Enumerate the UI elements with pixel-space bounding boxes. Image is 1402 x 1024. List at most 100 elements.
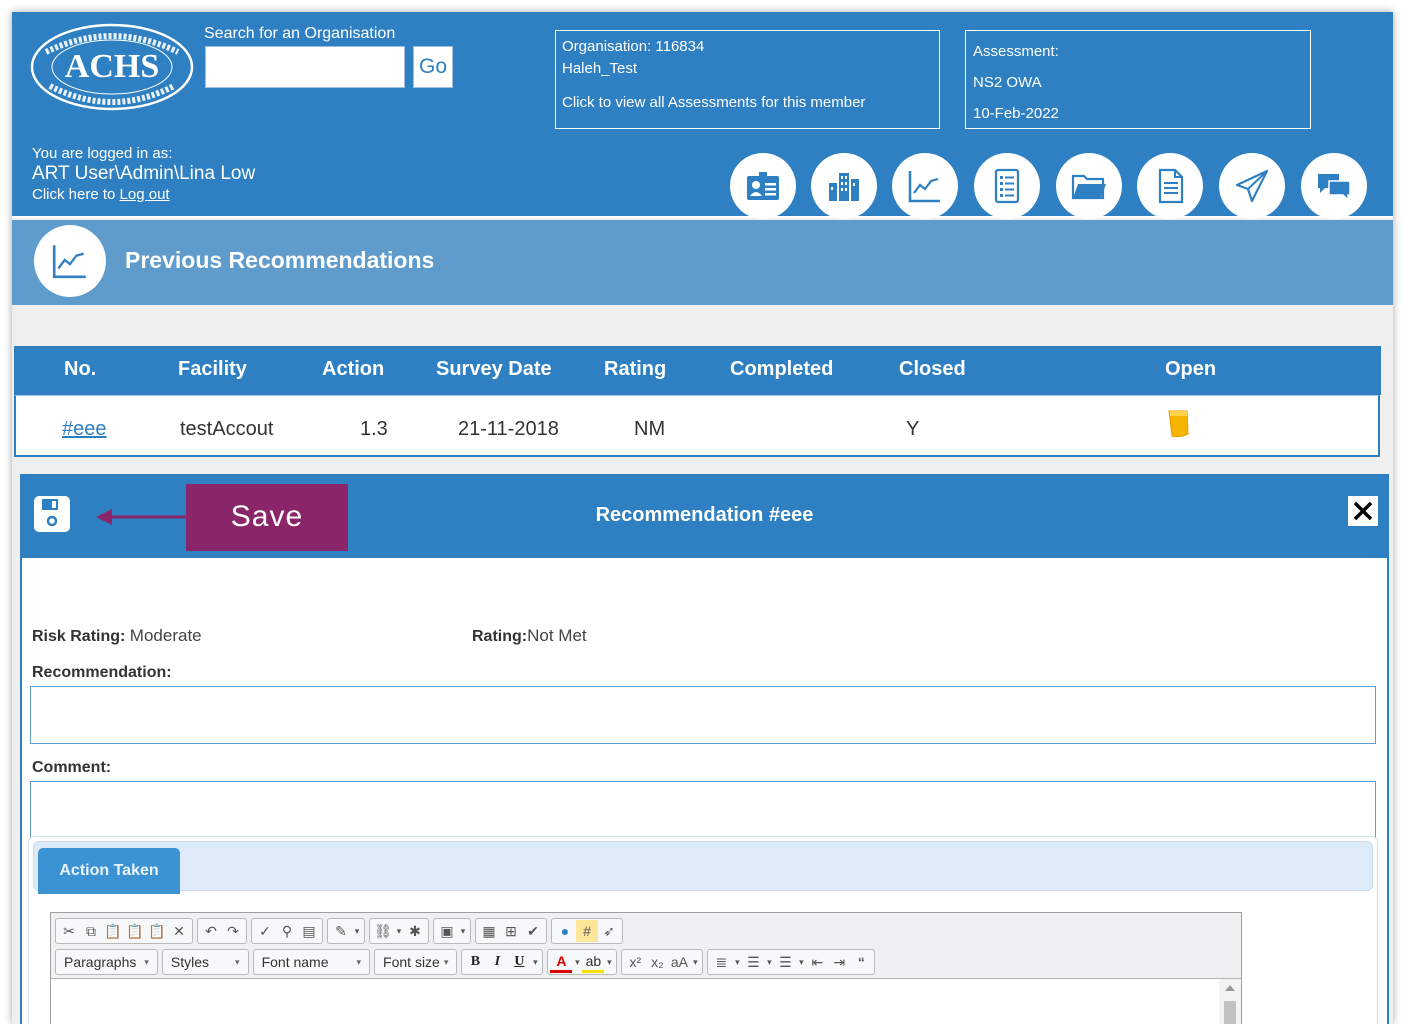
send-button[interactable] — [1219, 153, 1285, 219]
view-assessments-link[interactable]: Click to view all Assessments for this m… — [562, 92, 933, 114]
subscript-icon[interactable]: x₂ — [646, 951, 668, 973]
open-note-icon[interactable] — [1166, 408, 1192, 440]
chevron-down-icon[interactable]: ▾ — [458, 920, 468, 942]
organisation-search-input[interactable] — [205, 46, 405, 88]
column-header-closed[interactable]: Closed — [899, 358, 966, 381]
rich-text-editor[interactable]: ✂ ⧉ 📋 📋 📋 ✕ ↶ ↷ ✓ ⚲ ▤ ✎ ▾ ⛓ ▾ ✱ ▣ ▾ ▦ ⊞ … — [50, 912, 1242, 1024]
chevron-down-icon[interactable]: ▾ — [394, 920, 404, 942]
column-header-survey-date[interactable]: Survey Date — [436, 358, 552, 381]
comment-field[interactable] — [30, 781, 1376, 839]
paste-word-icon[interactable]: 📋 — [146, 920, 168, 942]
outdent-icon[interactable]: ⇤ — [806, 951, 828, 973]
paste-text-icon[interactable]: 📋 — [124, 920, 146, 942]
recommendation-label-text: Recommendation: — [32, 664, 172, 681]
paragraphs-select[interactable]: Paragraphs ▾ — [58, 949, 155, 975]
tab-action-taken[interactable]: Action Taken — [38, 848, 180, 894]
font-size-label: Font size — [383, 954, 440, 970]
table-properties-icon[interactable]: ⊞ — [500, 920, 522, 942]
font-size-dropdown[interactable]: Font size ▾ — [374, 949, 458, 975]
document-button[interactable] — [1137, 153, 1203, 219]
select-all-icon[interactable]: ▤ — [298, 920, 320, 942]
indent-icon[interactable]: ⇥ — [828, 951, 850, 973]
underline-icon[interactable]: U — [508, 951, 530, 973]
remove-format-icon[interactable]: ✕ — [168, 920, 190, 942]
column-header-facility[interactable]: Facility — [178, 358, 247, 381]
chevron-down-icon[interactable]: ▾ — [604, 951, 614, 973]
cut-icon[interactable]: ✂ — [58, 920, 80, 942]
line-chart-button[interactable] — [892, 153, 958, 219]
spellcheck-icon[interactable]: ✓ — [254, 920, 276, 942]
paragraphs-dropdown[interactable]: Paragraphs ▾ — [55, 949, 158, 975]
numbered-list-icon[interactable]: ☰ — [742, 951, 764, 973]
find-icon[interactable]: ⚲ — [276, 920, 298, 942]
table-row[interactable]: #eee testAccout 1.3 21-11-2018 NM Y — [14, 395, 1380, 457]
assessment-box[interactable]: Assessment: NS2 OWA 10-Feb-2022 — [965, 30, 1311, 129]
folder-button[interactable] — [1056, 153, 1122, 219]
italic-icon[interactable]: I — [486, 951, 508, 973]
chevron-down-icon[interactable]: ▾ — [572, 951, 582, 973]
organisation-box[interactable]: Organisation: 116834 Haleh_Test Click to… — [555, 30, 940, 129]
spell-check-icon[interactable]: ✔ — [522, 920, 544, 942]
font-size-select[interactable]: Font size ▾ — [377, 949, 454, 975]
tab-strip: Action Taken — [33, 841, 1373, 894]
table-icon[interactable]: ▦ — [478, 920, 500, 942]
font-color-icon[interactable]: A — [550, 951, 573, 973]
link-icon[interactable]: ⛓ — [372, 920, 394, 942]
unlink-icon[interactable]: ✱ — [404, 920, 426, 942]
buildings-button[interactable] — [811, 153, 877, 219]
column-header-completed[interactable]: Completed — [730, 358, 833, 381]
help-icon[interactable]: ● — [554, 920, 576, 942]
chevron-down-icon[interactable]: ▾ — [690, 951, 700, 973]
column-header-no[interactable]: No. — [64, 358, 96, 381]
table-group: ▦ ⊞ ✔ — [475, 918, 547, 944]
link-group: ⛓ ▾ ✱ — [369, 918, 429, 944]
column-header-open[interactable]: Open — [1165, 358, 1216, 381]
pointer-icon[interactable]: ➶ — [598, 920, 620, 942]
contact-card-button[interactable] — [730, 153, 796, 219]
login-user: ART User\Admin\Lina Low — [32, 163, 256, 184]
editor-scrollbar[interactable] — [1219, 979, 1241, 1024]
image-icon[interactable]: ▣ — [436, 920, 458, 942]
highlight-icon[interactable]: ab — [582, 951, 605, 973]
copy-icon[interactable]: ⧉ — [80, 920, 102, 942]
align-icon[interactable]: ≣ — [710, 951, 732, 973]
redo-icon[interactable]: ↷ — [222, 920, 244, 942]
assessment-label: Assessment: — [973, 43, 1059, 60]
case-icon[interactable]: aA — [668, 951, 690, 973]
logo-wordmark: ACHS — [65, 48, 159, 85]
superscript-icon[interactable]: x² — [624, 951, 646, 973]
styles-dropdown[interactable]: Styles ▾ — [161, 949, 249, 975]
logout-link[interactable]: Log out — [120, 186, 170, 203]
row-number-link[interactable]: #eee — [62, 418, 107, 441]
styles-label: Styles — [170, 954, 210, 970]
scroll-up-icon[interactable] — [1219, 979, 1241, 997]
scroll-thumb[interactable] — [1224, 1001, 1236, 1024]
bulleted-list-icon[interactable]: ☰ — [774, 951, 796, 973]
risk-rating-label: Risk Rating: — [32, 628, 126, 645]
go-button[interactable]: Go — [413, 46, 453, 88]
column-header-action[interactable]: Action — [322, 358, 384, 381]
chevron-down-icon[interactable]: ▾ — [530, 951, 540, 973]
chevron-down-icon[interactable]: ▾ — [764, 951, 774, 973]
font-name-dropdown[interactable]: Font name ▾ — [252, 949, 371, 975]
blockquote-icon[interactable]: “ — [850, 951, 872, 973]
table-header: No. Facility Action Survey Date Rating C… — [14, 346, 1381, 395]
recommendation-field[interactable] — [30, 686, 1376, 744]
undo-icon[interactable]: ↶ — [200, 920, 222, 942]
checklist-button[interactable] — [974, 153, 1040, 219]
chevron-down-icon[interactable]: ▾ — [732, 951, 742, 973]
close-button[interactable] — [1348, 496, 1378, 526]
column-header-rating[interactable]: Rating — [604, 358, 666, 381]
format-painter-icon[interactable]: ✎ — [330, 920, 352, 942]
styles-select[interactable]: Styles ▾ — [165, 949, 246, 975]
chevron-down-icon[interactable]: ▾ — [796, 951, 806, 973]
bold-icon[interactable]: B — [464, 951, 486, 973]
chevron-down-icon[interactable]: ▾ — [352, 920, 362, 942]
assessment-date: 10-Feb-2022 — [973, 105, 1059, 122]
grid-icon[interactable]: # — [576, 920, 598, 942]
folder-icon — [1071, 174, 1106, 200]
chat-button[interactable] — [1301, 153, 1367, 219]
achs-logo[interactable]: ACHS — [28, 22, 196, 112]
font-name-select[interactable]: Font name ▾ — [256, 949, 367, 975]
paste-icon[interactable]: 📋 — [102, 920, 124, 942]
